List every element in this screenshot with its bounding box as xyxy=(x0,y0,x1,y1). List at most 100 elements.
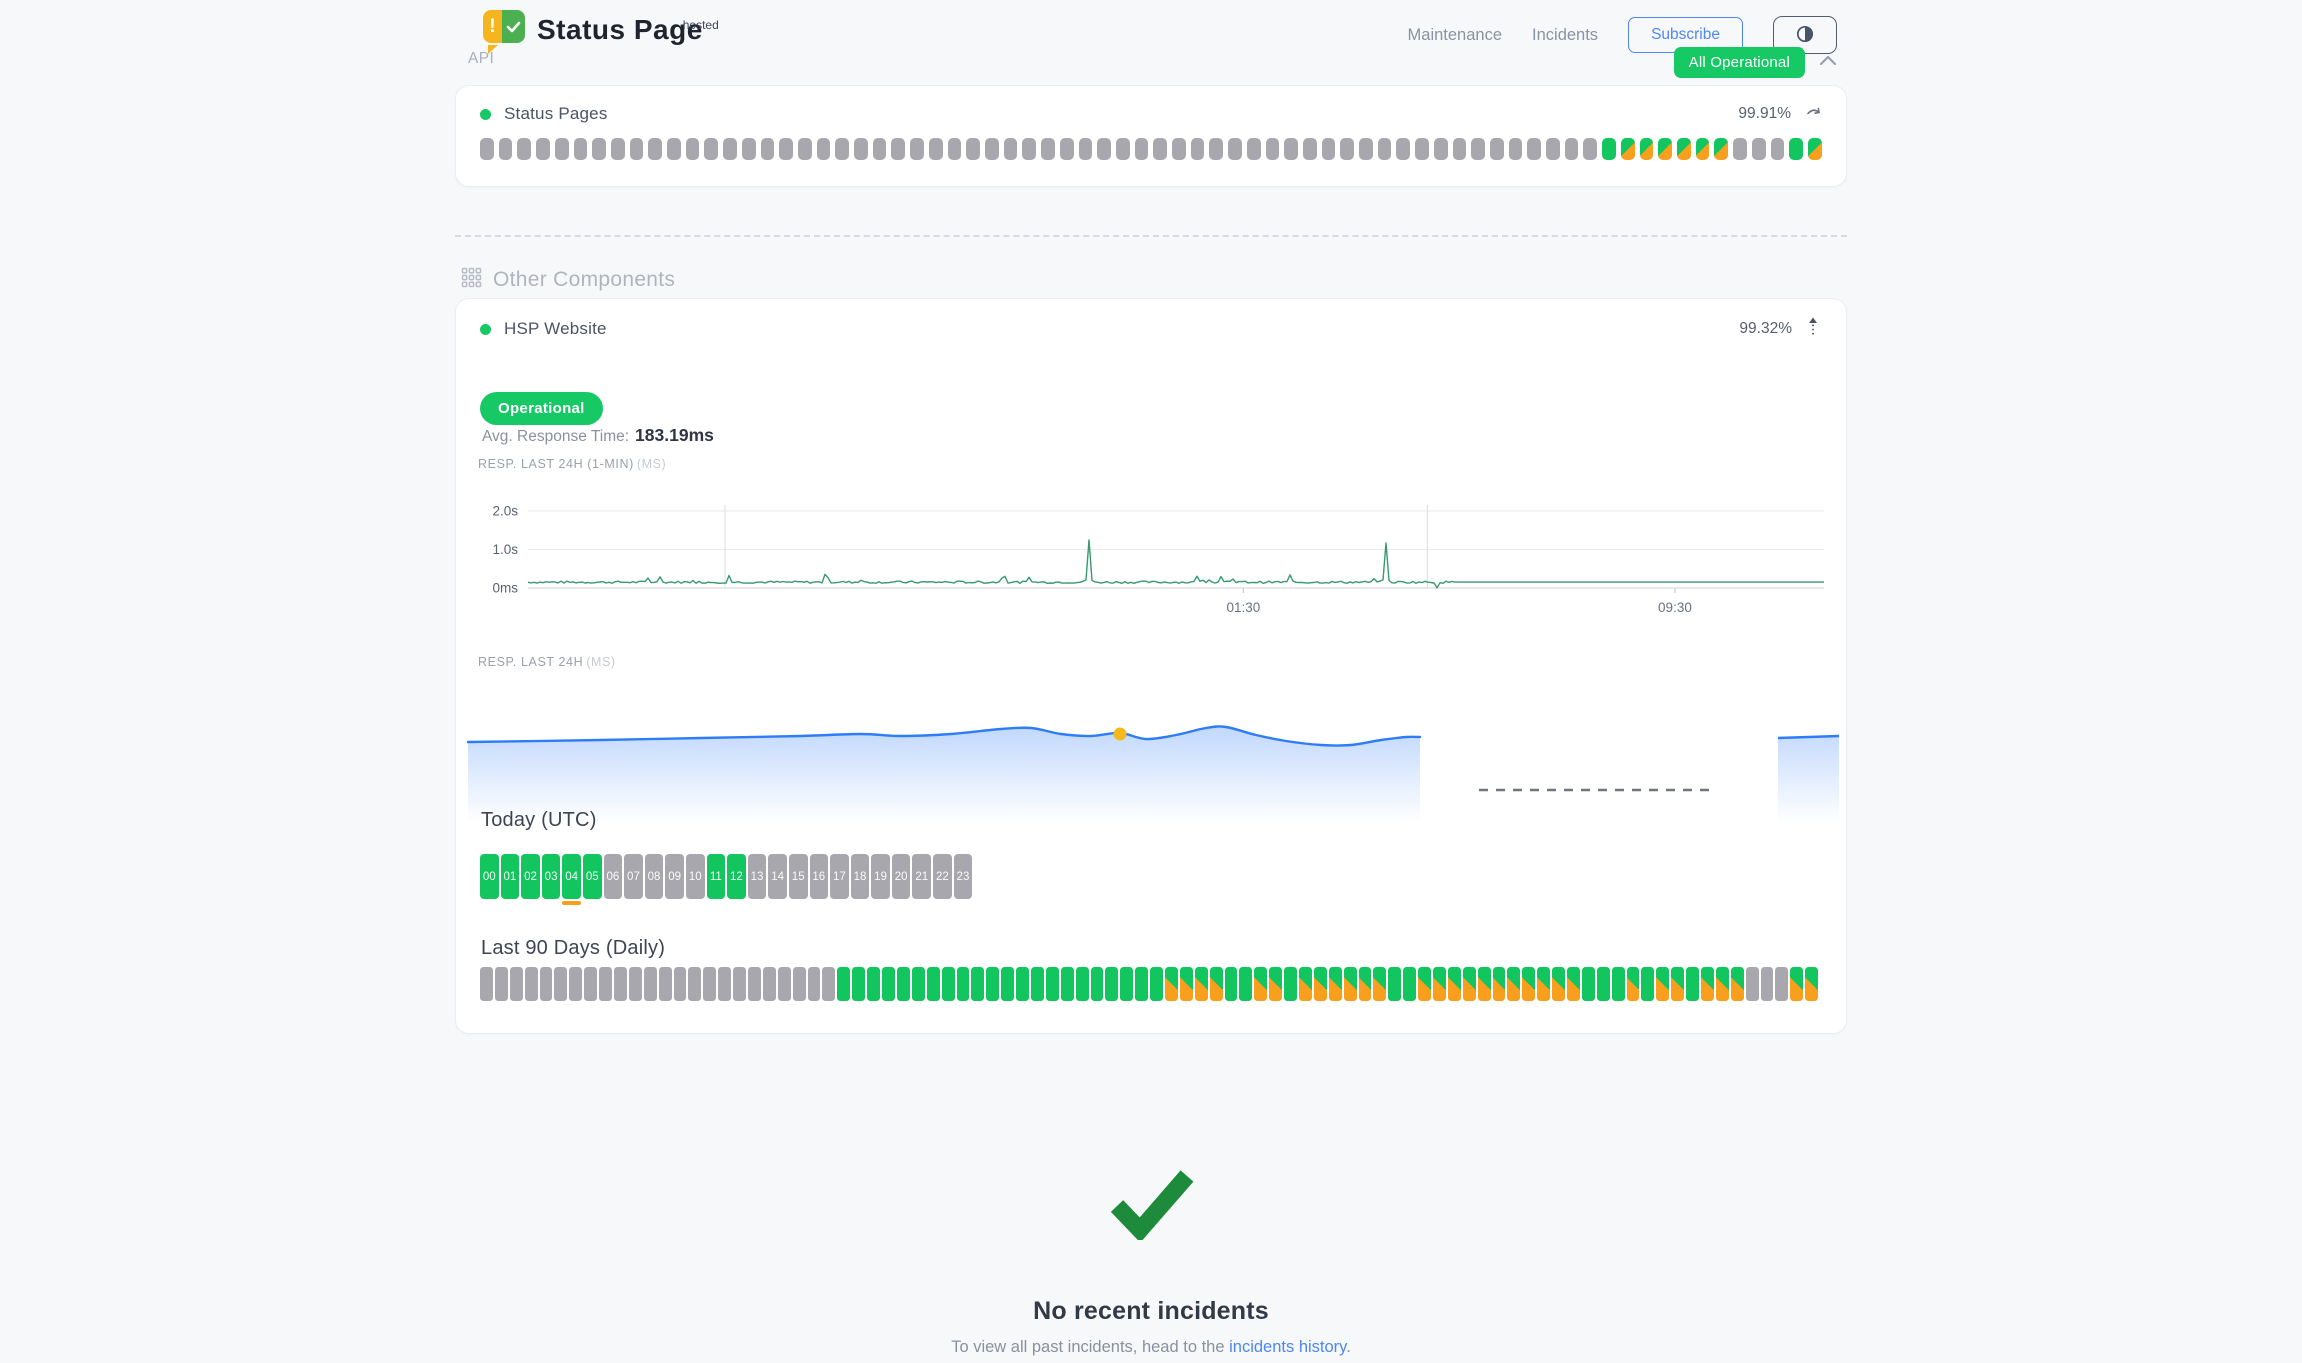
uptime-bar xyxy=(1228,138,1242,160)
uptime-bar xyxy=(985,138,999,160)
daily-bar xyxy=(674,967,687,1001)
daily-bar xyxy=(1061,967,1074,1001)
daily-bar xyxy=(1746,967,1759,1001)
uptime-bar xyxy=(1771,138,1785,160)
uptime-bar xyxy=(817,138,831,160)
svg-text:1.0s: 1.0s xyxy=(492,542,518,557)
daily-bar xyxy=(1731,967,1744,1001)
daily-bar xyxy=(1076,967,1089,1001)
uptime-bar xyxy=(1677,138,1691,160)
uptime-bars xyxy=(480,138,1822,160)
hour-block-08: 08 xyxy=(645,854,664,899)
uptime-bar xyxy=(966,138,980,160)
hour-block-23: 23 xyxy=(954,854,973,899)
last-90-days-heading: Last 90 Days (Daily) xyxy=(481,937,665,960)
uptime-bar xyxy=(910,138,924,160)
daily-bar xyxy=(510,967,523,1001)
uptime-bar xyxy=(948,138,962,160)
anomaly-dot xyxy=(1114,728,1127,741)
daily-bar xyxy=(1612,967,1625,1001)
daily-bar xyxy=(1656,967,1669,1001)
operational-status-badge: Operational xyxy=(480,392,603,425)
response-time-daily-chart xyxy=(458,691,1846,841)
uptime-percentage: 99.91% xyxy=(1738,105,1791,123)
daily-bar xyxy=(718,967,731,1001)
expand-up-icon[interactable] xyxy=(1806,316,1820,342)
daily-bar xyxy=(1373,967,1386,1001)
daily-bar xyxy=(495,967,508,1001)
daily-bar xyxy=(1180,967,1193,1001)
daily-bar xyxy=(1210,967,1223,1001)
daily-bar xyxy=(927,967,940,1001)
daily-bar xyxy=(1463,967,1476,1001)
last-90-days-bars xyxy=(480,967,1818,1001)
daily-bar xyxy=(822,967,835,1001)
svg-text:0ms: 0ms xyxy=(492,581,518,596)
hour-block-21: 21 xyxy=(912,854,931,899)
uptime-bar xyxy=(761,138,775,160)
hour-block-09: 09 xyxy=(665,854,684,899)
chevron-up-icon[interactable] xyxy=(1817,53,1839,73)
app-logo[interactable]: ! Status Page hosted xyxy=(483,8,703,52)
daily-bar xyxy=(971,967,984,1001)
uptime-bar xyxy=(742,138,756,160)
uptime-bar xyxy=(1453,138,1467,160)
daily-bar xyxy=(912,967,925,1001)
uptime-bar xyxy=(1640,138,1654,160)
daily-bar xyxy=(957,967,970,1001)
uptime-bar xyxy=(1471,138,1485,160)
avg-response-time: Avg. Response Time:183.19ms xyxy=(482,425,714,446)
big-check-icon xyxy=(1103,1227,1199,1244)
uptime-bar xyxy=(873,138,887,160)
daily-bar xyxy=(1805,967,1818,1001)
uptime-bar xyxy=(1359,138,1373,160)
nav-maintenance[interactable]: Maintenance xyxy=(1408,26,1502,45)
uptime-bar xyxy=(1004,138,1018,160)
daily-bar xyxy=(1716,967,1729,1001)
uptime-bar xyxy=(499,138,513,160)
daily-bar xyxy=(1359,967,1372,1001)
daily-bar xyxy=(1507,967,1520,1001)
uptime-bar xyxy=(1266,138,1280,160)
uptime-bar xyxy=(611,138,625,160)
daily-bar xyxy=(703,967,716,1001)
daily-bar xyxy=(778,967,791,1001)
hour-block-05: 05 xyxy=(583,854,602,899)
hour-block-02: 02 xyxy=(521,854,540,899)
incidents-summary: No recent incidents To view all past inc… xyxy=(455,1164,1847,1357)
uptime-bar xyxy=(1153,138,1167,160)
daily-bar xyxy=(1299,967,1312,1001)
avg-response-value: 183.19ms xyxy=(635,425,714,445)
daily-bar xyxy=(793,967,806,1001)
daily-bar xyxy=(525,967,538,1001)
svg-text:09:30: 09:30 xyxy=(1658,600,1692,615)
daily-bar xyxy=(1329,967,1342,1001)
daily-bar xyxy=(986,967,999,1001)
today-heading: Today (UTC) xyxy=(481,809,597,832)
daily-bar xyxy=(644,967,657,1001)
hour-block-17: 17 xyxy=(830,854,849,899)
overall-status[interactable]: All Operational xyxy=(1674,47,1839,78)
operational-dot-icon xyxy=(480,324,491,335)
component-name: HSP Website xyxy=(504,319,607,339)
no-recent-incidents-title: No recent incidents xyxy=(455,1297,1847,1326)
uptime-bar xyxy=(536,138,550,160)
uptime-bar xyxy=(648,138,662,160)
uptime-bar xyxy=(1022,138,1036,160)
daily-bar xyxy=(1537,967,1550,1001)
daily-bar xyxy=(1135,967,1148,1001)
hour-block-20: 20 xyxy=(892,854,911,899)
daily-chart-title: RESP. LAST 24H(MS) xyxy=(478,655,616,669)
grid-icon xyxy=(461,267,482,293)
nav-incidents[interactable]: Incidents xyxy=(1532,26,1598,45)
daily-bar xyxy=(808,967,821,1001)
uptime-bar xyxy=(630,138,644,160)
uptime-bar xyxy=(1041,138,1055,160)
operational-dot-icon xyxy=(480,109,491,120)
svg-text:2.0s: 2.0s xyxy=(492,504,518,519)
daily-bar xyxy=(554,967,567,1001)
daily-bar xyxy=(1582,967,1595,1001)
refresh-icon[interactable] xyxy=(1805,103,1822,125)
uptime-bar xyxy=(1583,138,1597,160)
incidents-history-link[interactable]: incidents history xyxy=(1229,1338,1346,1356)
